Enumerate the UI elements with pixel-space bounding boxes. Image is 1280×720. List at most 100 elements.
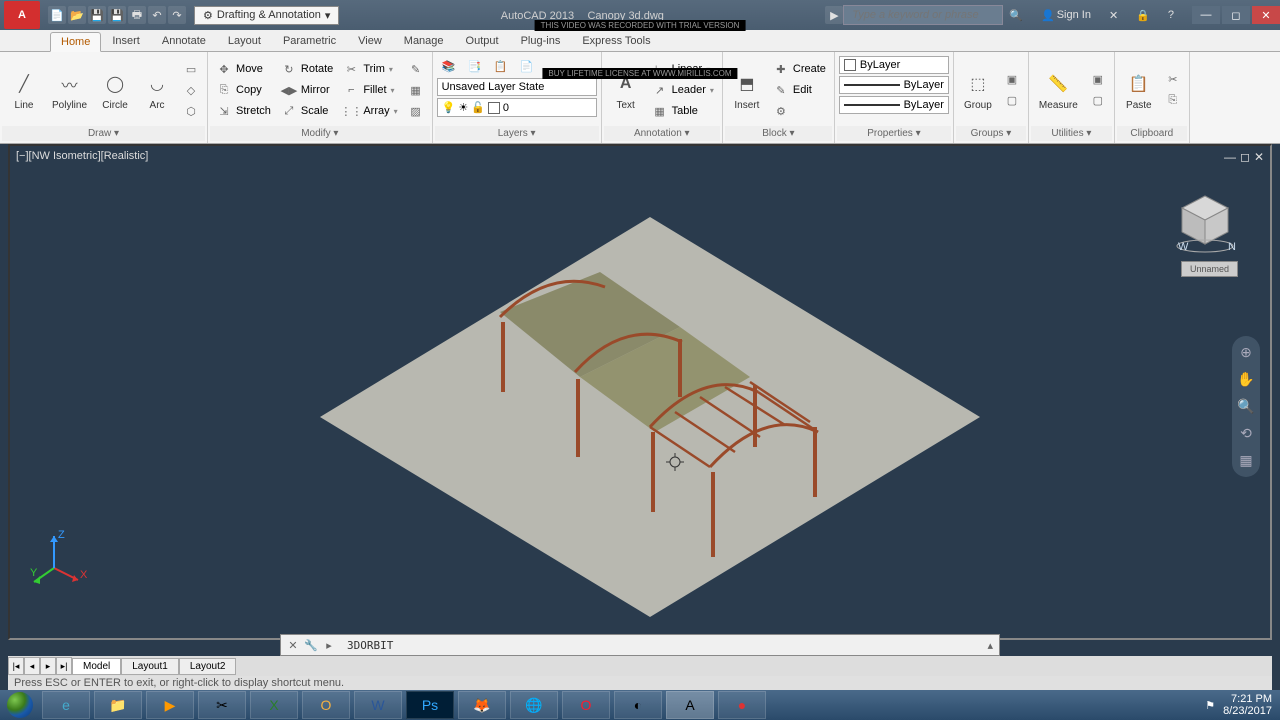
- copy-button[interactable]: ⎘Copy: [212, 80, 275, 100]
- group-extra-2[interactable]: ▢: [1000, 91, 1024, 111]
- task-app[interactable]: ◐: [614, 691, 662, 719]
- util-extra-1[interactable]: ▣: [1086, 70, 1110, 90]
- rotate-button[interactable]: ↻Rotate: [277, 59, 337, 79]
- panel-modify-title[interactable]: Modify ▾: [210, 126, 430, 141]
- cmd-close-icon[interactable]: ✕: [285, 637, 301, 653]
- group-button[interactable]: ⬚Group: [958, 68, 998, 113]
- tray-flag-icon[interactable]: ⚑: [1205, 699, 1215, 712]
- command-line[interactable]: ✕ 🔧 ▸ 3DORBIT ▴: [280, 634, 1000, 656]
- panel-draw-title[interactable]: Draw ▾: [2, 126, 205, 141]
- exchange-icon[interactable]: ✕: [1103, 7, 1124, 24]
- layer-state-dropdown[interactable]: Unsaved Layer State: [437, 78, 597, 96]
- nav-showmotion-icon[interactable]: ▦: [1239, 452, 1252, 469]
- tab-home[interactable]: Home: [50, 32, 101, 52]
- tab-annotate[interactable]: Annotate: [151, 31, 217, 51]
- block-extra[interactable]: ⚙: [769, 101, 830, 121]
- nav-fullnav-icon[interactable]: ⊕: [1240, 344, 1252, 361]
- paste-button[interactable]: 📋Paste: [1119, 68, 1159, 113]
- linetype-dropdown[interactable]: ByLayer: [839, 96, 949, 114]
- task-wmp[interactable]: ▶: [146, 691, 194, 719]
- panel-properties-title[interactable]: Properties ▾: [837, 126, 951, 141]
- qat-saveas-icon[interactable]: 💾: [108, 6, 126, 24]
- qat-new-icon[interactable]: 📄: [48, 6, 66, 24]
- drawing-viewport[interactable]: [−][NW Isometric][Realistic] — ◻ ✕: [8, 144, 1272, 640]
- qat-plot-icon[interactable]: 🖶: [128, 6, 146, 24]
- tab-layout[interactable]: Layout: [217, 31, 272, 51]
- draw-extra-3[interactable]: ⬡: [179, 101, 203, 121]
- tab-express[interactable]: Express Tools: [571, 31, 661, 51]
- stretch-button[interactable]: ⇲Stretch: [212, 101, 275, 121]
- layout-prev-icon[interactable]: ◂: [24, 657, 40, 675]
- infocenter-icon[interactable]: 🔍: [1003, 7, 1029, 24]
- panel-annotation-title[interactable]: Annotation ▾: [604, 126, 720, 141]
- task-excel[interactable]: X: [250, 691, 298, 719]
- polyline-button[interactable]: 〰Polyline: [46, 68, 93, 113]
- mirror-button[interactable]: ◀▶Mirror: [277, 80, 337, 100]
- color-dropdown[interactable]: ByLayer: [839, 56, 949, 74]
- maximize-button[interactable]: ◻: [1222, 6, 1250, 24]
- viewcube-state[interactable]: Unnamed: [1181, 261, 1238, 277]
- layout-next-icon[interactable]: ▸: [40, 657, 56, 675]
- layer-prop-button[interactable]: 📚: [437, 56, 461, 76]
- task-ie[interactable]: e: [42, 691, 90, 719]
- leader-button[interactable]: ↗Leader: [648, 80, 718, 100]
- layout-first-icon[interactable]: |◂: [8, 657, 24, 675]
- copy-clip-button[interactable]: ⎘: [1161, 91, 1185, 111]
- group-extra-1[interactable]: ▣: [1000, 70, 1024, 90]
- layout-tab-1[interactable]: Layout1: [121, 658, 179, 675]
- move-button[interactable]: ✥Move: [212, 59, 275, 79]
- search-input[interactable]: [843, 5, 1003, 25]
- lineweight-dropdown[interactable]: ByLayer: [839, 76, 949, 94]
- nav-pan-icon[interactable]: ✋: [1237, 371, 1254, 388]
- draw-extra-1[interactable]: ▭: [179, 59, 203, 79]
- viewcube[interactable]: W N: [1170, 186, 1240, 256]
- modify-extra-1[interactable]: ✎: [404, 59, 428, 79]
- task-word[interactable]: W: [354, 691, 402, 719]
- stay-connected-icon[interactable]: 🔒: [1130, 7, 1156, 24]
- trim-button[interactable]: ✂Trim: [339, 59, 401, 79]
- task-snip[interactable]: ✂: [198, 691, 246, 719]
- panel-layers-title[interactable]: Layers ▾: [435, 126, 599, 141]
- vp-minimize-icon[interactable]: —: [1224, 150, 1236, 164]
- tab-output[interactable]: Output: [455, 31, 510, 51]
- task-record[interactable]: ●: [718, 691, 766, 719]
- title-play-icon[interactable]: ▶: [825, 6, 843, 24]
- edit-block-button[interactable]: ✎Edit: [769, 80, 830, 100]
- cmd-wrench-icon[interactable]: 🔧: [303, 637, 319, 653]
- signin-button[interactable]: 👤 Sign In: [1035, 7, 1097, 24]
- cut-button[interactable]: ✂: [1161, 70, 1185, 90]
- cmd-recent-icon[interactable]: ▸: [321, 637, 337, 653]
- nav-zoom-icon[interactable]: 🔍: [1237, 398, 1254, 415]
- util-extra-2[interactable]: ▢: [1086, 91, 1110, 111]
- start-button[interactable]: [0, 690, 40, 720]
- panel-groups-title[interactable]: Groups ▾: [956, 126, 1026, 141]
- layout-tab-2[interactable]: Layout2: [179, 658, 237, 675]
- app-menu-icon[interactable]: A: [4, 1, 40, 29]
- task-outlook[interactable]: O: [302, 691, 350, 719]
- tab-insert[interactable]: Insert: [101, 31, 151, 51]
- task-chrome[interactable]: 🌐: [510, 691, 558, 719]
- array-button[interactable]: ⋮⋮Array: [339, 101, 401, 121]
- panel-block-title[interactable]: Block ▾: [725, 126, 832, 141]
- panel-utilities-title[interactable]: Utilities ▾: [1031, 126, 1112, 141]
- viewport-label[interactable]: [−][NW Isometric][Realistic]: [16, 150, 148, 162]
- create-block-button[interactable]: ✚Create: [769, 59, 830, 79]
- draw-extra-2[interactable]: ◇: [179, 80, 203, 100]
- cmd-expand-icon[interactable]: ▴: [981, 639, 999, 652]
- layer-btn-3[interactable]: 📋: [489, 56, 513, 76]
- task-photoshop[interactable]: Ps: [406, 691, 454, 719]
- tab-plugins[interactable]: Plug-ins: [510, 31, 572, 51]
- task-explorer[interactable]: 📁: [94, 691, 142, 719]
- tab-view[interactable]: View: [347, 31, 393, 51]
- vp-close-icon[interactable]: ✕: [1254, 150, 1264, 164]
- qat-open-icon[interactable]: 📂: [68, 6, 86, 24]
- qat-save-icon[interactable]: 💾: [88, 6, 106, 24]
- layer-current-dropdown[interactable]: 💡 ☀ 🔓 0: [437, 98, 597, 117]
- vp-maximize-icon[interactable]: ◻: [1240, 150, 1250, 164]
- layer-btn-2[interactable]: 📑: [463, 56, 487, 76]
- nav-orbit-icon[interactable]: ⟲: [1240, 425, 1252, 442]
- layout-tab-model[interactable]: Model: [72, 658, 121, 675]
- minimize-button[interactable]: —: [1192, 6, 1220, 24]
- table-button[interactable]: ▦Table: [648, 101, 718, 121]
- fillet-button[interactable]: ⌐Fillet: [339, 80, 401, 100]
